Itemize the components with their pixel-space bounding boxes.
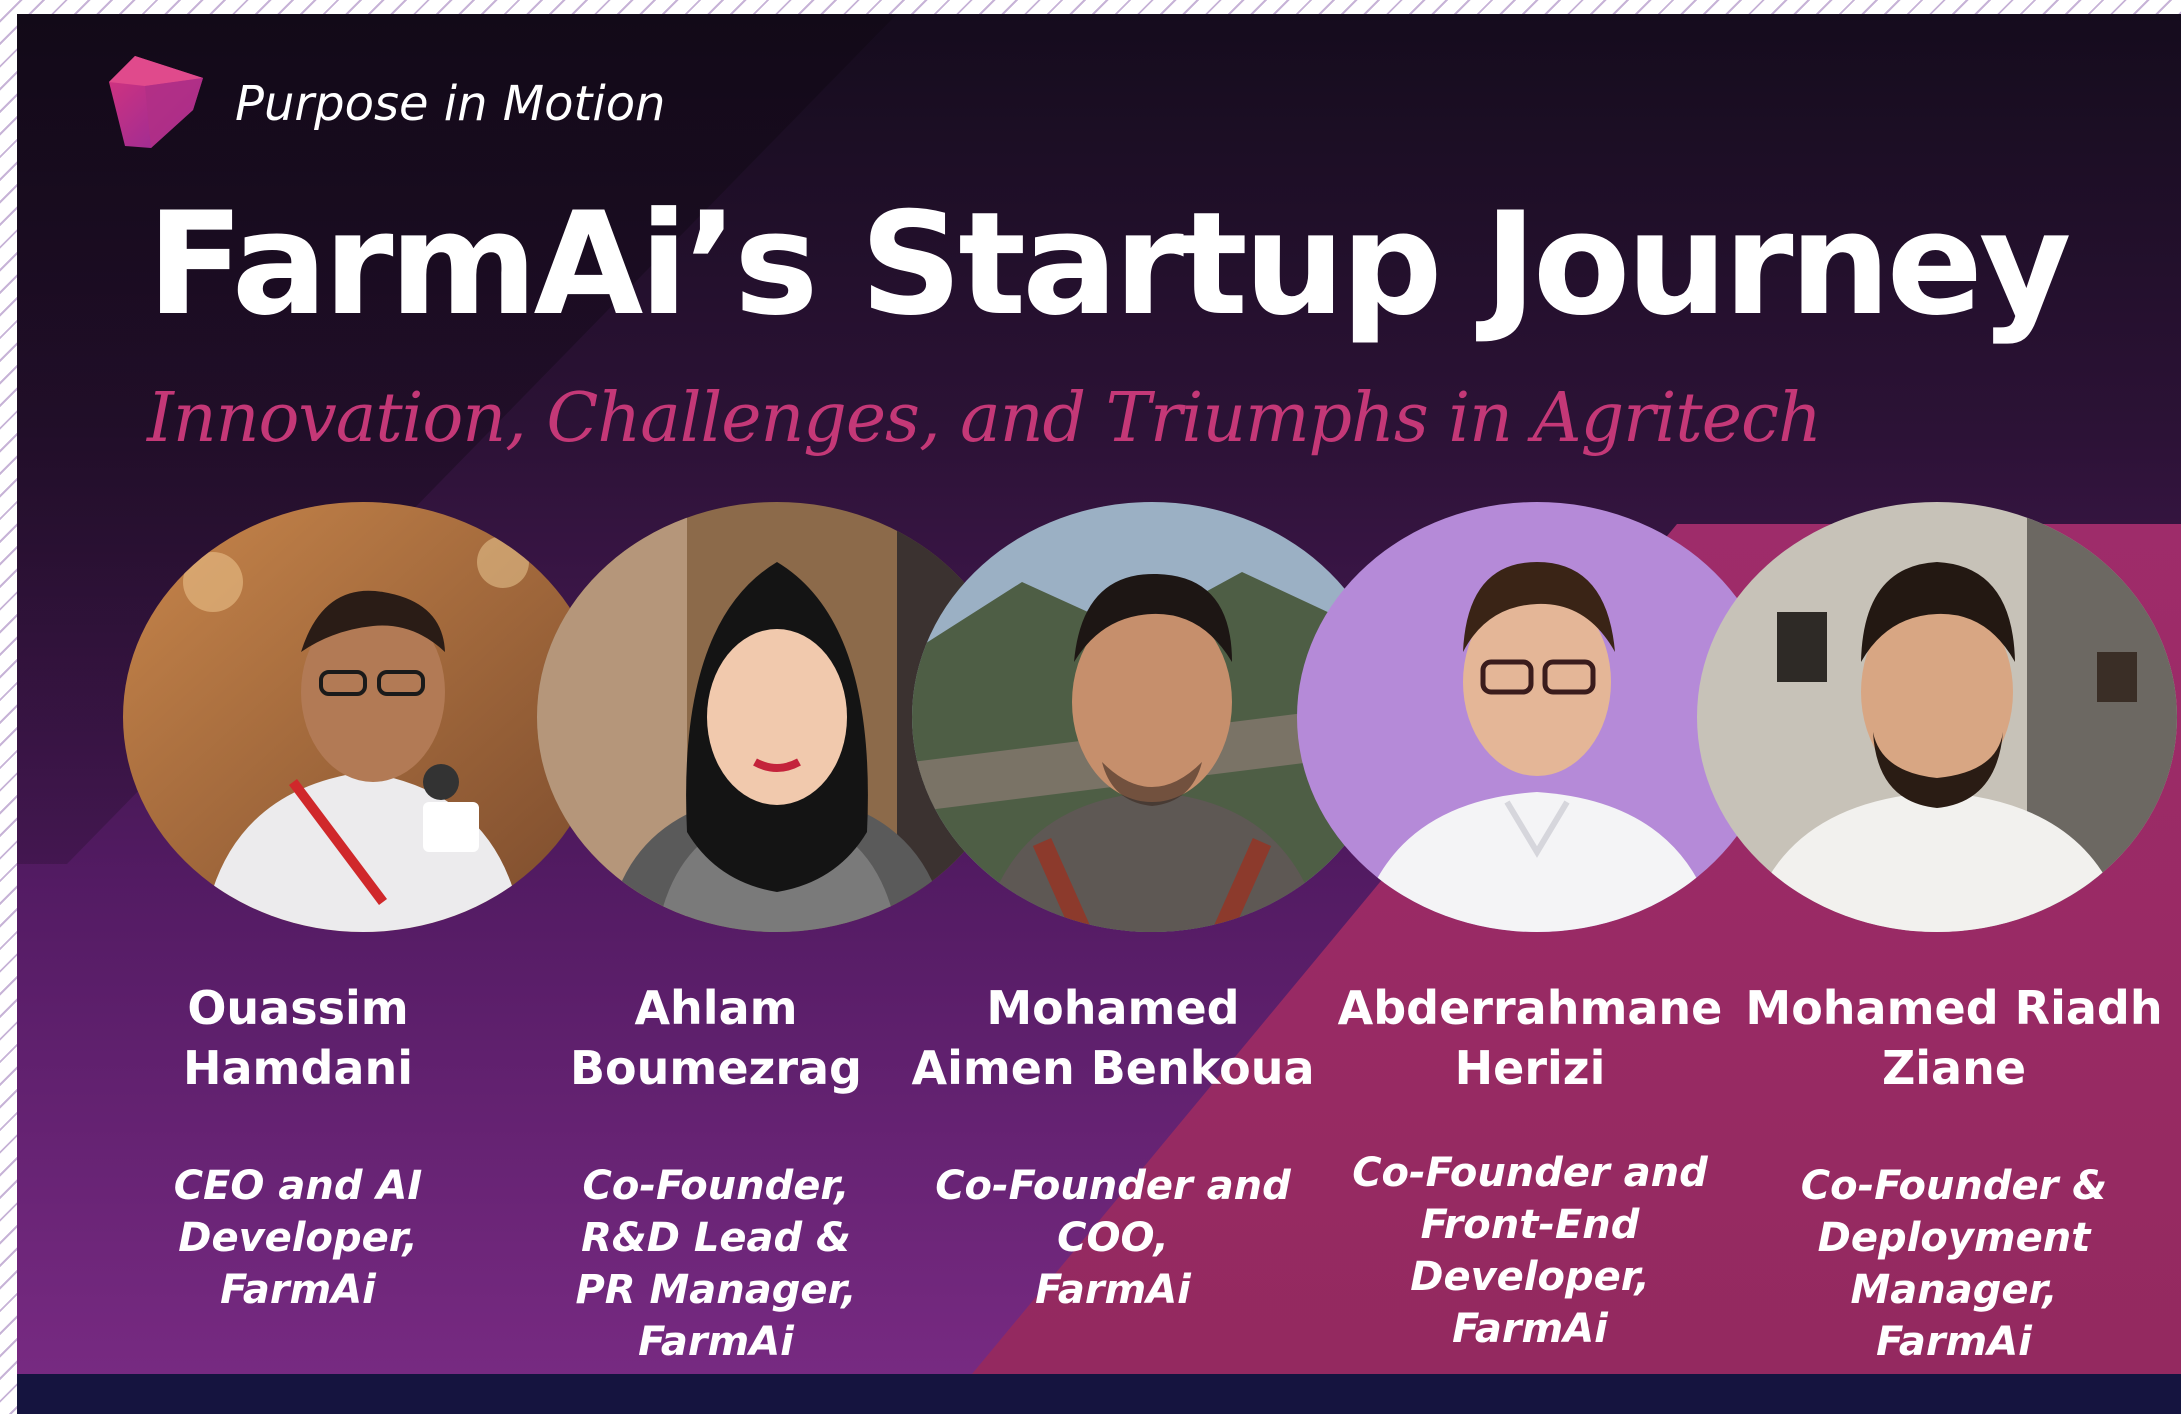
member-role-1: CEO and AI Developer, FarmAi: [173, 1163, 423, 1313]
tagline: Purpose in Motion: [235, 76, 666, 132]
page-title: FarmAi’s Startup Journey: [147, 182, 2071, 347]
member-name-4: Abderrahmane Herizi: [1337, 981, 1723, 1095]
member-name-2: Ahlam Boumezrag: [570, 981, 862, 1095]
member-role-2: Co-Founder, R&D Lead & PR Manager, FarmA…: [575, 1163, 857, 1365]
member-name-1: Ouassim Hamdani: [183, 981, 413, 1095]
bottom-bar: [17, 1374, 2181, 1414]
event-poster: Purpose in Motion FarmAi’s Startup Journ…: [17, 14, 2181, 1414]
member-role-3: Co-Founder and COO, FarmAi: [935, 1163, 1291, 1313]
member-role-5: Co-Founder & Deployment Manager, FarmAi: [1800, 1163, 2108, 1365]
member-photo-1: [123, 502, 603, 932]
logo-icon: [109, 56, 203, 148]
member-name-5: Mohamed Riadh Ziane: [1745, 981, 2163, 1095]
member-photo-5: [1697, 502, 2177, 932]
page-subtitle: Innovation, Challenges, and Triumphs in …: [147, 379, 1822, 458]
member-name-3: Mohamed Aimen Benkoua: [911, 981, 1315, 1095]
member-role-4: Co-Founder and Front-End Developer, Farm…: [1352, 1150, 1708, 1352]
